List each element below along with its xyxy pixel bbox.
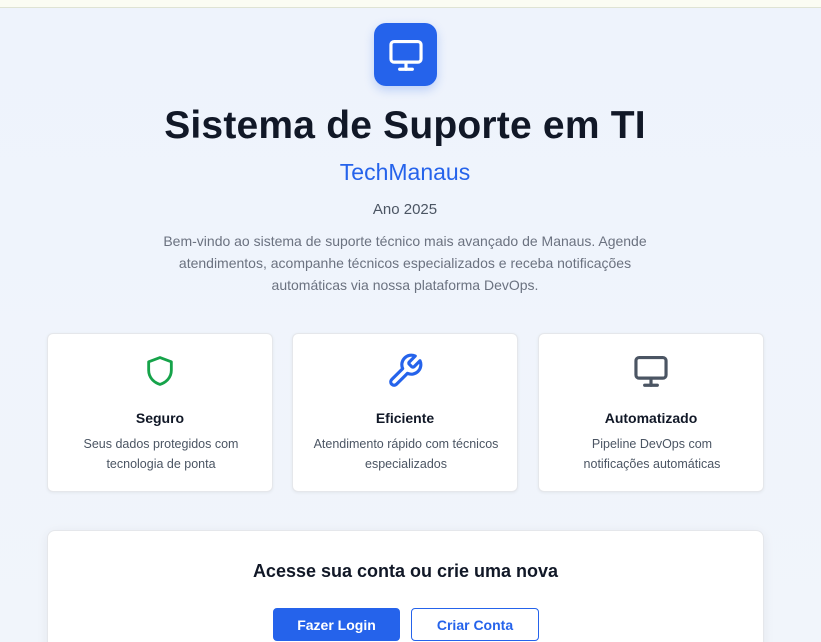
feature-card-eficiente: Eficiente Atendimento rápido com técnico… [292,333,518,492]
welcome-description: Bem-vindo ao sistema de suporte técnico … [163,233,647,293]
feature-text: Pipeline DevOps com notificações automát… [583,437,721,471]
feature-card-automatizado: Automatizado Pipeline DevOps com notific… [538,333,764,492]
auth-panel: Acesse sua conta ou crie uma nova Fazer … [47,530,764,642]
login-button[interactable]: Fazer Login [273,608,400,641]
brand-name: TechManaus [339,159,471,185]
auth-title: Acesse sua conta ou crie uma nova [252,561,559,581]
feature-title: Seguro [135,410,185,426]
page-title: Sistema de Suporte em TI [164,104,646,147]
feature-title: Automatizado [604,410,698,426]
feature-text: Seus dados protegidos com tecnologia de … [83,437,239,471]
wrench-icon [293,352,517,390]
year-label: Ano 2025 [372,201,438,218]
create-account-button[interactable]: Criar Conta [411,608,539,641]
feature-title: Eficiente [375,410,435,426]
browser-top-strip [0,0,821,8]
monitor-icon [374,23,437,86]
monitor-icon [539,352,763,390]
feature-card-seguro: Seguro Seus dados protegidos com tecnolo… [47,333,273,492]
shield-icon [48,352,272,390]
feature-text: Atendimento rápido com técnicos especial… [313,437,499,471]
